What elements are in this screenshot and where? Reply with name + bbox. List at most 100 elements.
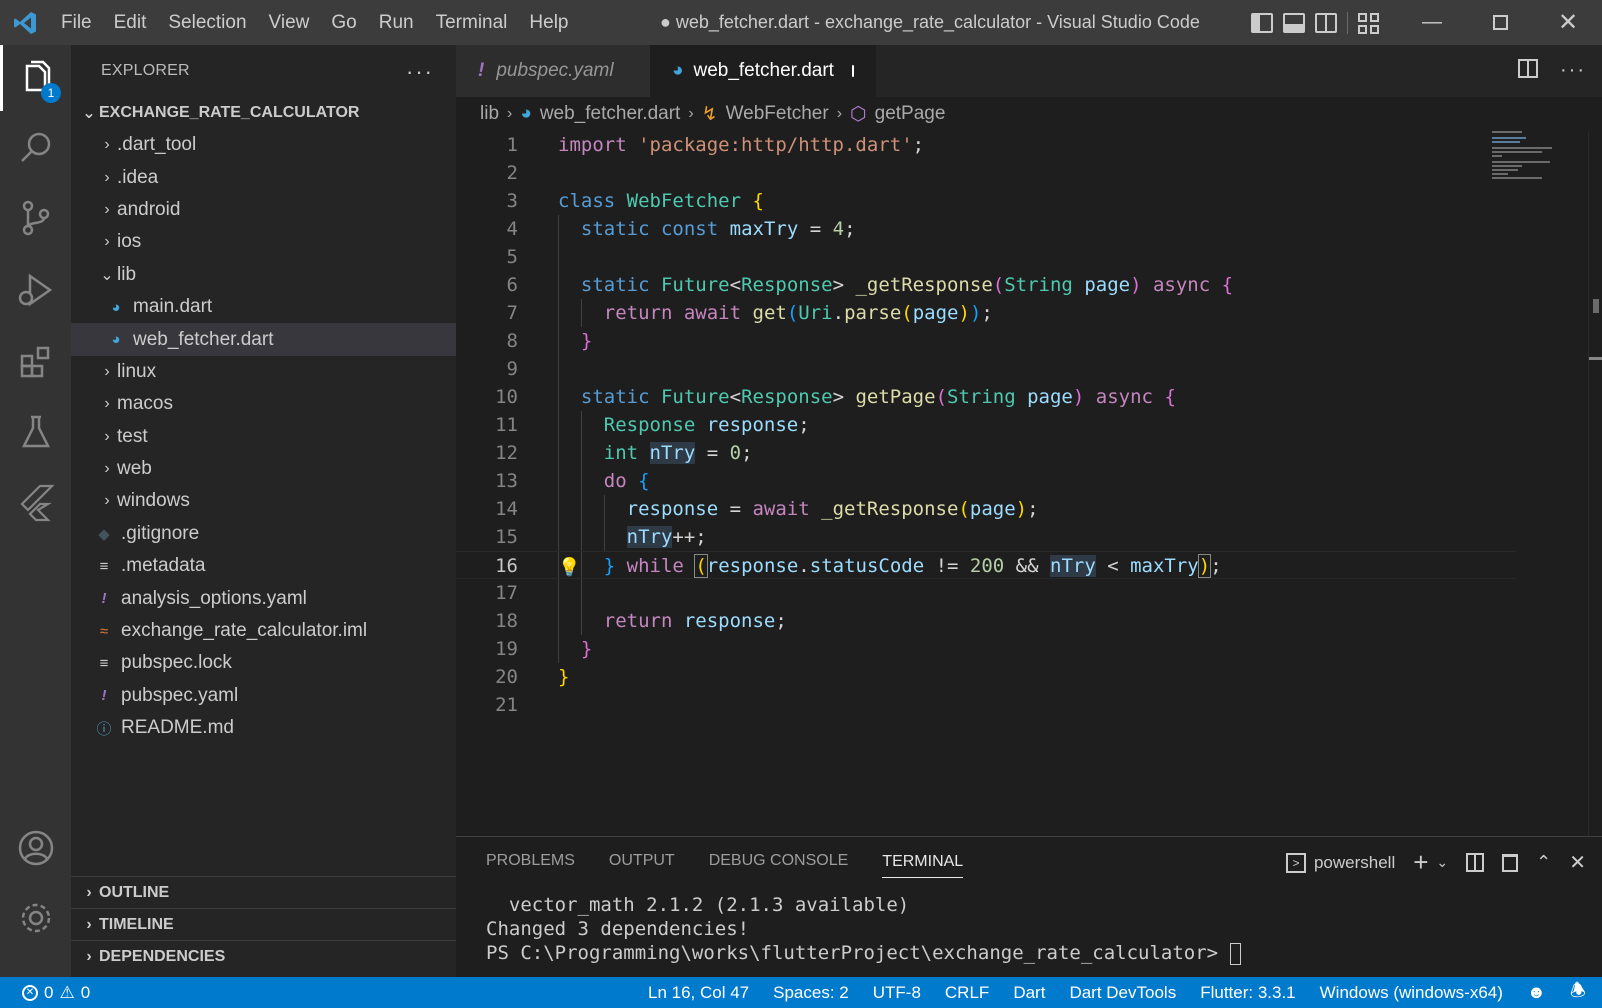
line-number: 16 [495, 555, 518, 577]
tree-folder-android[interactable]: › android [71, 194, 456, 226]
tree-folder-idea[interactable]: › .idea [71, 161, 456, 193]
tree-file-gitignore[interactable]: ◆ .gitignore [71, 518, 456, 550]
tree-file-pubspec-yaml[interactable]: ! pubspec.yaml [71, 680, 456, 712]
tree-folder-windows[interactable]: › windows [71, 485, 456, 517]
menu-file[interactable]: File [50, 0, 103, 45]
trash-icon[interactable] [1502, 853, 1519, 872]
tree-item-label: test [117, 425, 148, 447]
tree-folder-lib[interactable]: ⌄ lib [71, 259, 456, 291]
tree-file-analysis-options[interactable]: ! analysis_options.yaml [71, 582, 456, 614]
terminal-cursor [1229, 942, 1241, 965]
tree-file-web-fetcher-dart[interactable]: ◕ web_fetcher.dart [71, 323, 456, 356]
code-text: } while (response.statusCode != 200 && n… [603, 554, 1222, 578]
tree-item-label: macos [117, 393, 173, 415]
more-actions-icon[interactable]: ··· [1560, 59, 1586, 82]
tree-file-main-dart[interactable]: ◕ main.dart [71, 291, 456, 323]
toggle-primary-sidebar-icon[interactable] [1251, 12, 1273, 33]
maximize-icon [1492, 15, 1508, 30]
tree-folder-web[interactable]: › web [71, 453, 456, 485]
tree-file-iml[interactable]: ≈ exchange_rate_calculator.iml [71, 615, 456, 647]
tab-debug-console[interactable]: DEBUG CONSOLE [709, 852, 849, 870]
dart-devtools[interactable]: Dart DevTools [1069, 983, 1176, 1003]
line-number: 13 [495, 470, 518, 492]
tree-file-pubspec-lock[interactable]: ≡ pubspec.lock [71, 647, 456, 679]
tab-pubspec-yaml[interactable]: ! pubspec.yaml [456, 45, 650, 97]
tab-terminal[interactable]: TERMINAL [882, 853, 964, 878]
tree-folder-linux[interactable]: › linux [71, 356, 456, 388]
menu-edit[interactable]: Edit [103, 0, 158, 45]
tree-folder-macos[interactable]: › macos [71, 388, 456, 420]
section-dependencies[interactable]: › DEPENDENCIES [71, 940, 456, 972]
vertical-scrollbar[interactable] [1588, 131, 1602, 836]
chevron-right-icon: › [836, 105, 843, 122]
minimize-button[interactable]: — [1398, 0, 1466, 45]
chevron-down-icon[interactable]: ⌄ [1436, 854, 1448, 871]
tab-web-fetcher-dart[interactable]: ◕ web_fetcher.dart [650, 45, 876, 97]
menu-go[interactable]: Go [320, 0, 367, 45]
tree-folder-test[interactable]: › test [71, 421, 456, 453]
menu-view[interactable]: View [258, 0, 321, 45]
language-mode[interactable]: Dart [1013, 983, 1045, 1003]
end-of-line[interactable]: CRLF [945, 983, 989, 1003]
terminal-selector[interactable]: > powershell [1285, 852, 1395, 873]
breadcrumb-class[interactable]: WebFetcher [726, 103, 829, 125]
menu-help[interactable]: Help [518, 0, 579, 45]
activity-manage[interactable] [0, 885, 71, 951]
menu-selection[interactable]: Selection [157, 0, 257, 45]
tree-file-metadata[interactable]: ≡ .metadata [71, 550, 456, 582]
close-panel-icon[interactable]: ✕ [1569, 850, 1586, 875]
split-terminal-icon[interactable] [1466, 853, 1485, 872]
activity-source-control[interactable] [0, 185, 71, 251]
activity-flutter[interactable] [0, 469, 71, 535]
new-terminal-icon[interactable]: + [1413, 847, 1428, 878]
menu-run[interactable]: Run [368, 0, 425, 45]
activity-extensions[interactable] [0, 329, 71, 395]
feedback-icon[interactable]: ☻ [1527, 982, 1546, 1003]
tree-folder-ios[interactable]: › ios [71, 226, 456, 258]
unsaved-dot-icon[interactable] [851, 65, 854, 77]
close-window-button[interactable]: ✕ [1534, 0, 1602, 45]
settings-gear-icon [21, 903, 50, 933]
section-timeline[interactable]: › TIMELINE [71, 908, 456, 940]
toggle-secondary-sidebar-icon[interactable] [1315, 12, 1337, 33]
breadcrumb-file[interactable]: web_fetcher.dart [540, 103, 680, 125]
device-selector[interactable]: Windows (windows-x64) [1320, 983, 1503, 1003]
activity-testing[interactable] [0, 399, 71, 465]
workspace-root[interactable]: ⌄ EXCHANGE_RATE_CALCULATOR [71, 97, 456, 129]
indentation[interactable]: Spaces: 2 [773, 983, 849, 1003]
tab-output[interactable]: OUTPUT [609, 852, 675, 870]
code-text: do { [603, 470, 650, 492]
code-line: 6 static Future<Response> _getResponse(S… [456, 271, 1516, 299]
activity-search[interactable] [0, 115, 71, 181]
more-actions-icon[interactable]: ··· [406, 59, 434, 85]
breadcrumb-method[interactable]: getPage [875, 103, 946, 125]
minimap[interactable] [1492, 131, 1584, 191]
code-line: 5 [456, 243, 1516, 271]
code-editor[interactable]: 1 import 'package:http/http.dart'; 2 3 cla… [456, 131, 1602, 836]
section-outline[interactable]: › OUTLINE [71, 876, 456, 908]
encoding[interactable]: UTF-8 [873, 983, 921, 1003]
toggle-panel-icon[interactable] [1283, 12, 1305, 33]
tab-problems[interactable]: PROBLEMS [486, 852, 575, 870]
tree-folder-dart-tool[interactable]: › .dart_tool [71, 129, 456, 161]
problems-status[interactable]: ✕ 0 ⚠ 0 [22, 977, 90, 1008]
maximize-button[interactable] [1466, 0, 1534, 45]
code-text: class WebFetcher { [558, 190, 764, 212]
customize-layout-icon[interactable] [1358, 12, 1380, 34]
breadcrumb-folder[interactable]: lib [480, 103, 499, 125]
activity-accounts[interactable] [0, 815, 71, 881]
flutter-version[interactable]: Flutter: 3.3.1 [1200, 983, 1295, 1003]
tree-item-label: README.md [121, 717, 234, 739]
menu-terminal[interactable]: Terminal [425, 0, 519, 45]
notifications-bell-icon[interactable]: 🕭 [1570, 978, 1586, 1008]
split-editor-icon[interactable] [1518, 59, 1539, 78]
activity-run-debug[interactable] [0, 257, 71, 323]
terminal-output[interactable]: vector_math 2.1.2 (2.1.3 available) Chang… [486, 893, 1241, 965]
tree-file-readme[interactable]: ⓘ README.md [71, 712, 456, 744]
activity-explorer[interactable]: 1 [0, 45, 71, 111]
line-number: 3 [506, 190, 518, 212]
search-icon [20, 132, 50, 162]
tree-item-label: linux [117, 360, 157, 382]
cursor-position[interactable]: Ln 16, Col 47 [648, 983, 749, 1003]
maximize-panel-icon[interactable]: ⌃ [1536, 852, 1551, 873]
